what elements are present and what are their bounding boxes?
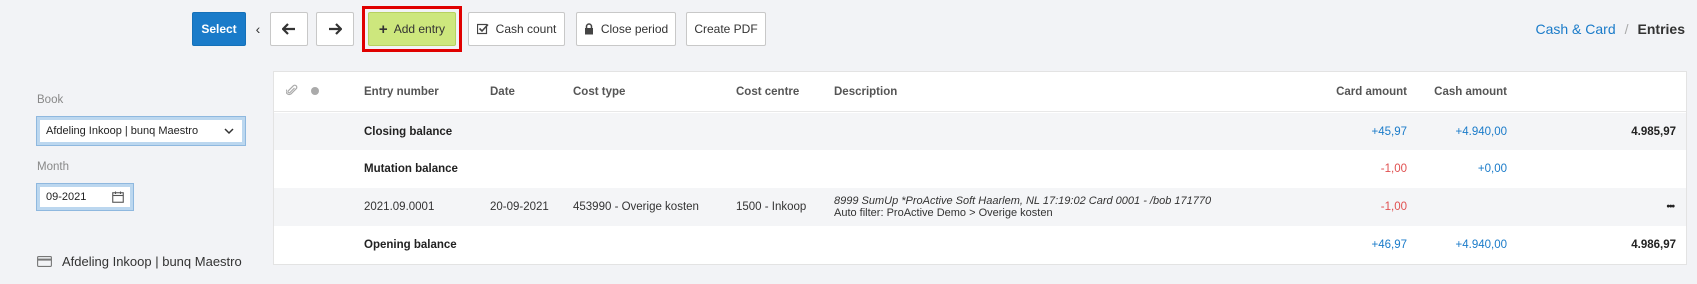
col-entry-number[interactable]: Entry number	[364, 86, 439, 98]
breadcrumb-current: Entries	[1637, 21, 1685, 37]
closing-balance-row: Closing balance +45,97 +4.940,00 4.985,9…	[274, 113, 1686, 150]
add-entry-highlight: + Add entry	[362, 6, 462, 52]
select-button[interactable]: Select	[192, 12, 246, 46]
credit-card-icon	[37, 256, 52, 267]
closing-total: 4.985,97	[1631, 125, 1676, 138]
month-input-value: 09-2021	[46, 191, 87, 203]
chevron-down-icon	[224, 127, 234, 134]
breadcrumb: Cash & Card / Entries	[1535, 21, 1685, 37]
account-name: Afdeling Inkoop | bunq Maestro	[62, 254, 242, 269]
book-select[interactable]: Afdeling Inkoop | bunq Maestro	[36, 116, 246, 146]
entry-cost-centre: 1500 - Inkoop	[736, 201, 807, 213]
entry-cost-type: 453990 - Overige kosten	[573, 201, 699, 213]
book-select-value: Afdeling Inkoop | bunq Maestro	[46, 125, 199, 137]
col-card-amount[interactable]: Card amount	[1336, 86, 1407, 98]
add-entry-button[interactable]: + Add entry	[368, 12, 456, 46]
opening-total: 4.986,97	[1631, 239, 1676, 251]
calendar-icon	[112, 191, 124, 203]
table-row[interactable]: 2021.09.0001 20-09-2021 453990 - Overige…	[274, 188, 1686, 226]
mutation-card-amount: -1,00	[1380, 163, 1407, 175]
entry-description: 8999 SumUp *ProActive Soft Haarlem, NL 1…	[834, 195, 1211, 219]
chevron-left-icon[interactable]: ‹	[250, 12, 266, 46]
opening-balance-row: Opening balance +46,97 +4.940,00 4.986,9…	[274, 226, 1686, 264]
entry-card-amount: -1,00	[1380, 201, 1407, 213]
table-header: Entry number Date Cost type Cost centre …	[274, 72, 1686, 112]
close-period-button[interactable]: Close period	[576, 12, 676, 46]
paperclip-icon	[285, 84, 298, 99]
closing-balance-label: Closing balance	[364, 125, 453, 138]
back-button[interactable]	[270, 12, 308, 46]
col-cost-centre[interactable]: Cost centre	[736, 86, 799, 98]
toolbar: Select ‹ + Add entry Cash count Close pe…	[192, 6, 766, 52]
col-cost-type[interactable]: Cost type	[573, 86, 625, 98]
breadcrumb-cash-card[interactable]: Cash & Card	[1535, 21, 1615, 37]
checkbox-icon	[476, 23, 489, 35]
breadcrumb-separator: /	[1624, 21, 1629, 37]
plus-icon: +	[378, 20, 388, 38]
cash-count-button[interactable]: Cash count	[468, 12, 565, 46]
entry-description-line2: Auto filter: ProActive Demo > Overige ko…	[834, 207, 1053, 219]
cash-count-label: Cash count	[495, 22, 557, 36]
mutation-balance-row: Mutation balance -1,00 +0,00	[274, 150, 1686, 188]
close-period-label: Close period	[600, 22, 669, 36]
opening-card-amount: +46,97	[1371, 239, 1408, 251]
forward-button[interactable]	[316, 12, 354, 46]
create-pdf-button[interactable]: Create PDF	[686, 12, 766, 46]
entry-number[interactable]: 2021.09.0001	[364, 201, 434, 213]
lock-icon	[584, 23, 594, 35]
opening-balance-label: Opening balance	[364, 239, 457, 251]
entry-description-line1: 8999 SumUp *ProActive Soft Haarlem, NL 1…	[834, 195, 1212, 207]
mutation-balance-label: Mutation balance	[364, 163, 458, 175]
closing-card-amount: +45,97	[1371, 125, 1408, 138]
closing-cash-amount: +4.940,00	[1455, 125, 1507, 138]
status-dot-icon	[311, 86, 319, 98]
add-entry-label: Add entry	[393, 22, 446, 36]
arrow-right-icon	[329, 23, 342, 35]
opening-cash-amount: +4.940,00	[1455, 239, 1507, 251]
col-date[interactable]: Date	[490, 86, 515, 98]
month-input[interactable]: 09-2021	[36, 183, 134, 211]
col-cash-amount[interactable]: Cash amount	[1434, 86, 1507, 98]
arrow-left-icon	[282, 23, 295, 35]
entries-table: Entry number Date Cost type Cost centre …	[273, 71, 1687, 265]
mutation-cash-amount: +0,00	[1477, 163, 1507, 175]
col-description[interactable]: Description	[834, 86, 897, 98]
entry-date: 20-09-2021	[490, 201, 549, 213]
month-label: Month	[37, 161, 69, 173]
row-menu-icon[interactable]: •••	[1666, 202, 1674, 213]
book-label: Book	[37, 94, 64, 106]
account-item[interactable]: Afdeling Inkoop | bunq Maestro	[37, 254, 242, 269]
